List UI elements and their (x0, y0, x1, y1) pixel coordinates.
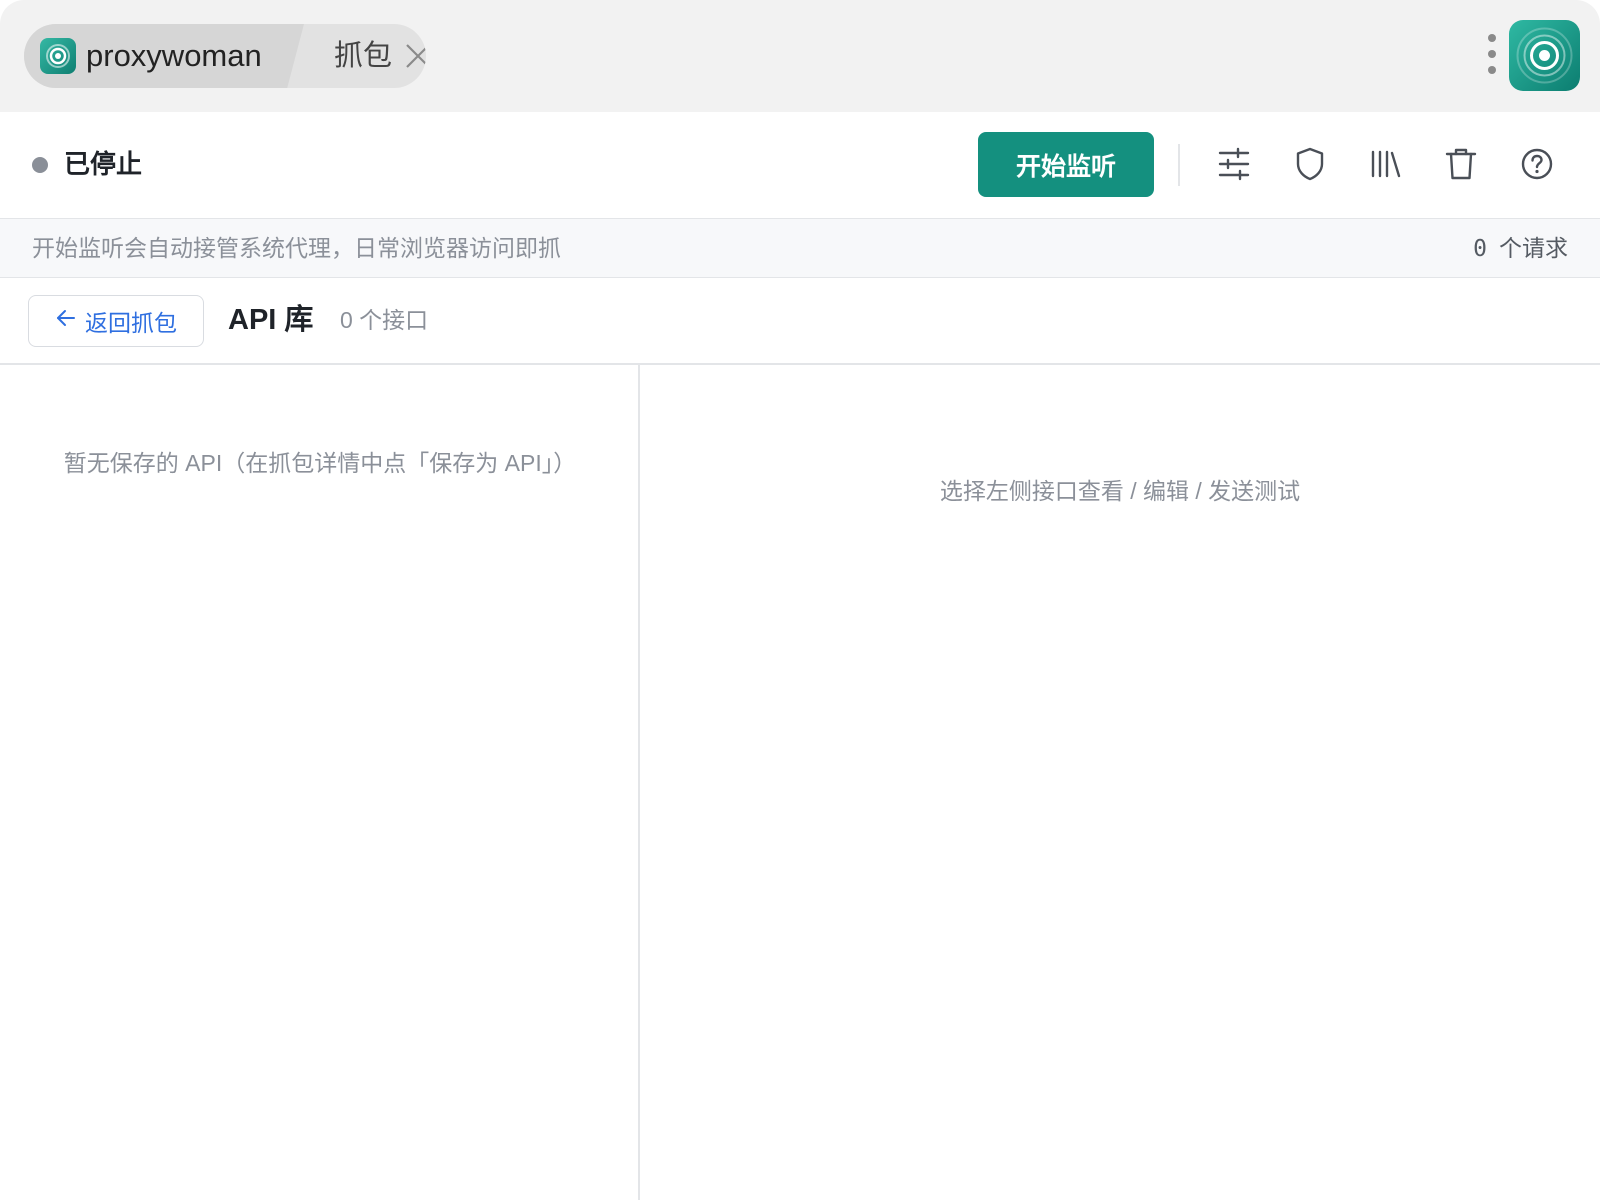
back-to-capture-button[interactable]: 返回抓包 (28, 295, 204, 347)
sliders-icon[interactable] (1214, 144, 1254, 184)
arrow-left-icon (55, 307, 77, 335)
api-detail-pane: 选择左侧接口查看 / 编辑 / 发送测试 (640, 365, 1600, 1200)
start-listening-button[interactable]: 开始监听 (978, 132, 1154, 197)
toolbar: 已停止 开始监听 (0, 112, 1600, 219)
request-count-number: 0 (1473, 236, 1487, 262)
tab-strip: proxywoman 抓包 (24, 24, 426, 88)
tab-proxywoman[interactable]: proxywoman (24, 24, 304, 88)
library-icon[interactable] (1365, 144, 1405, 184)
hint-bar: 开始监听会自动接管系统代理，日常浏览器访问即抓 0 个请求 (0, 219, 1600, 278)
request-count-unit: 个请求 (1499, 235, 1568, 261)
tab-capture-label: 抓包 (334, 40, 393, 72)
shield-icon[interactable] (1290, 144, 1330, 184)
hint-text: 开始监听会自动接管系统代理，日常浏览器访问即抓 (32, 235, 561, 261)
api-library-header: 返回抓包 API 库 0 个接口 (0, 278, 1600, 365)
app-logo-icon-large[interactable] (1509, 20, 1580, 91)
app-window: proxywoman 抓包 已停止 开始监听 开始监听会自动接管系统代理，日常浏… (0, 0, 1600, 1200)
api-list-pane: 暂无保存的 API（在抓包详情中点「保存为 API」） (0, 365, 640, 1200)
app-logo-icon (40, 38, 76, 74)
help-icon[interactable] (1517, 144, 1557, 184)
back-to-capture-label: 返回抓包 (85, 310, 177, 336)
close-icon[interactable] (404, 42, 426, 70)
request-count: 0 个请求 (1473, 233, 1568, 264)
title-bar: proxywoman 抓包 (0, 0, 1600, 112)
page-title: API 库 (228, 304, 314, 336)
api-count: 0 个接口 (340, 307, 429, 333)
more-menu-icon[interactable] (1482, 30, 1502, 78)
trash-icon[interactable] (1441, 144, 1481, 184)
tab-capture[interactable]: 抓包 (310, 24, 426, 88)
api-detail-empty-state: 选择左侧接口查看 / 编辑 / 发送测试 (939, 478, 1301, 504)
toolbar-divider (1178, 144, 1180, 186)
api-list-empty-state: 暂无保存的 API（在抓包详情中点「保存为 API」） (63, 450, 577, 476)
status-indicator-dot (32, 157, 48, 173)
tab-proxywoman-label: proxywoman (86, 38, 262, 73)
status-text: 已停止 (64, 149, 143, 179)
